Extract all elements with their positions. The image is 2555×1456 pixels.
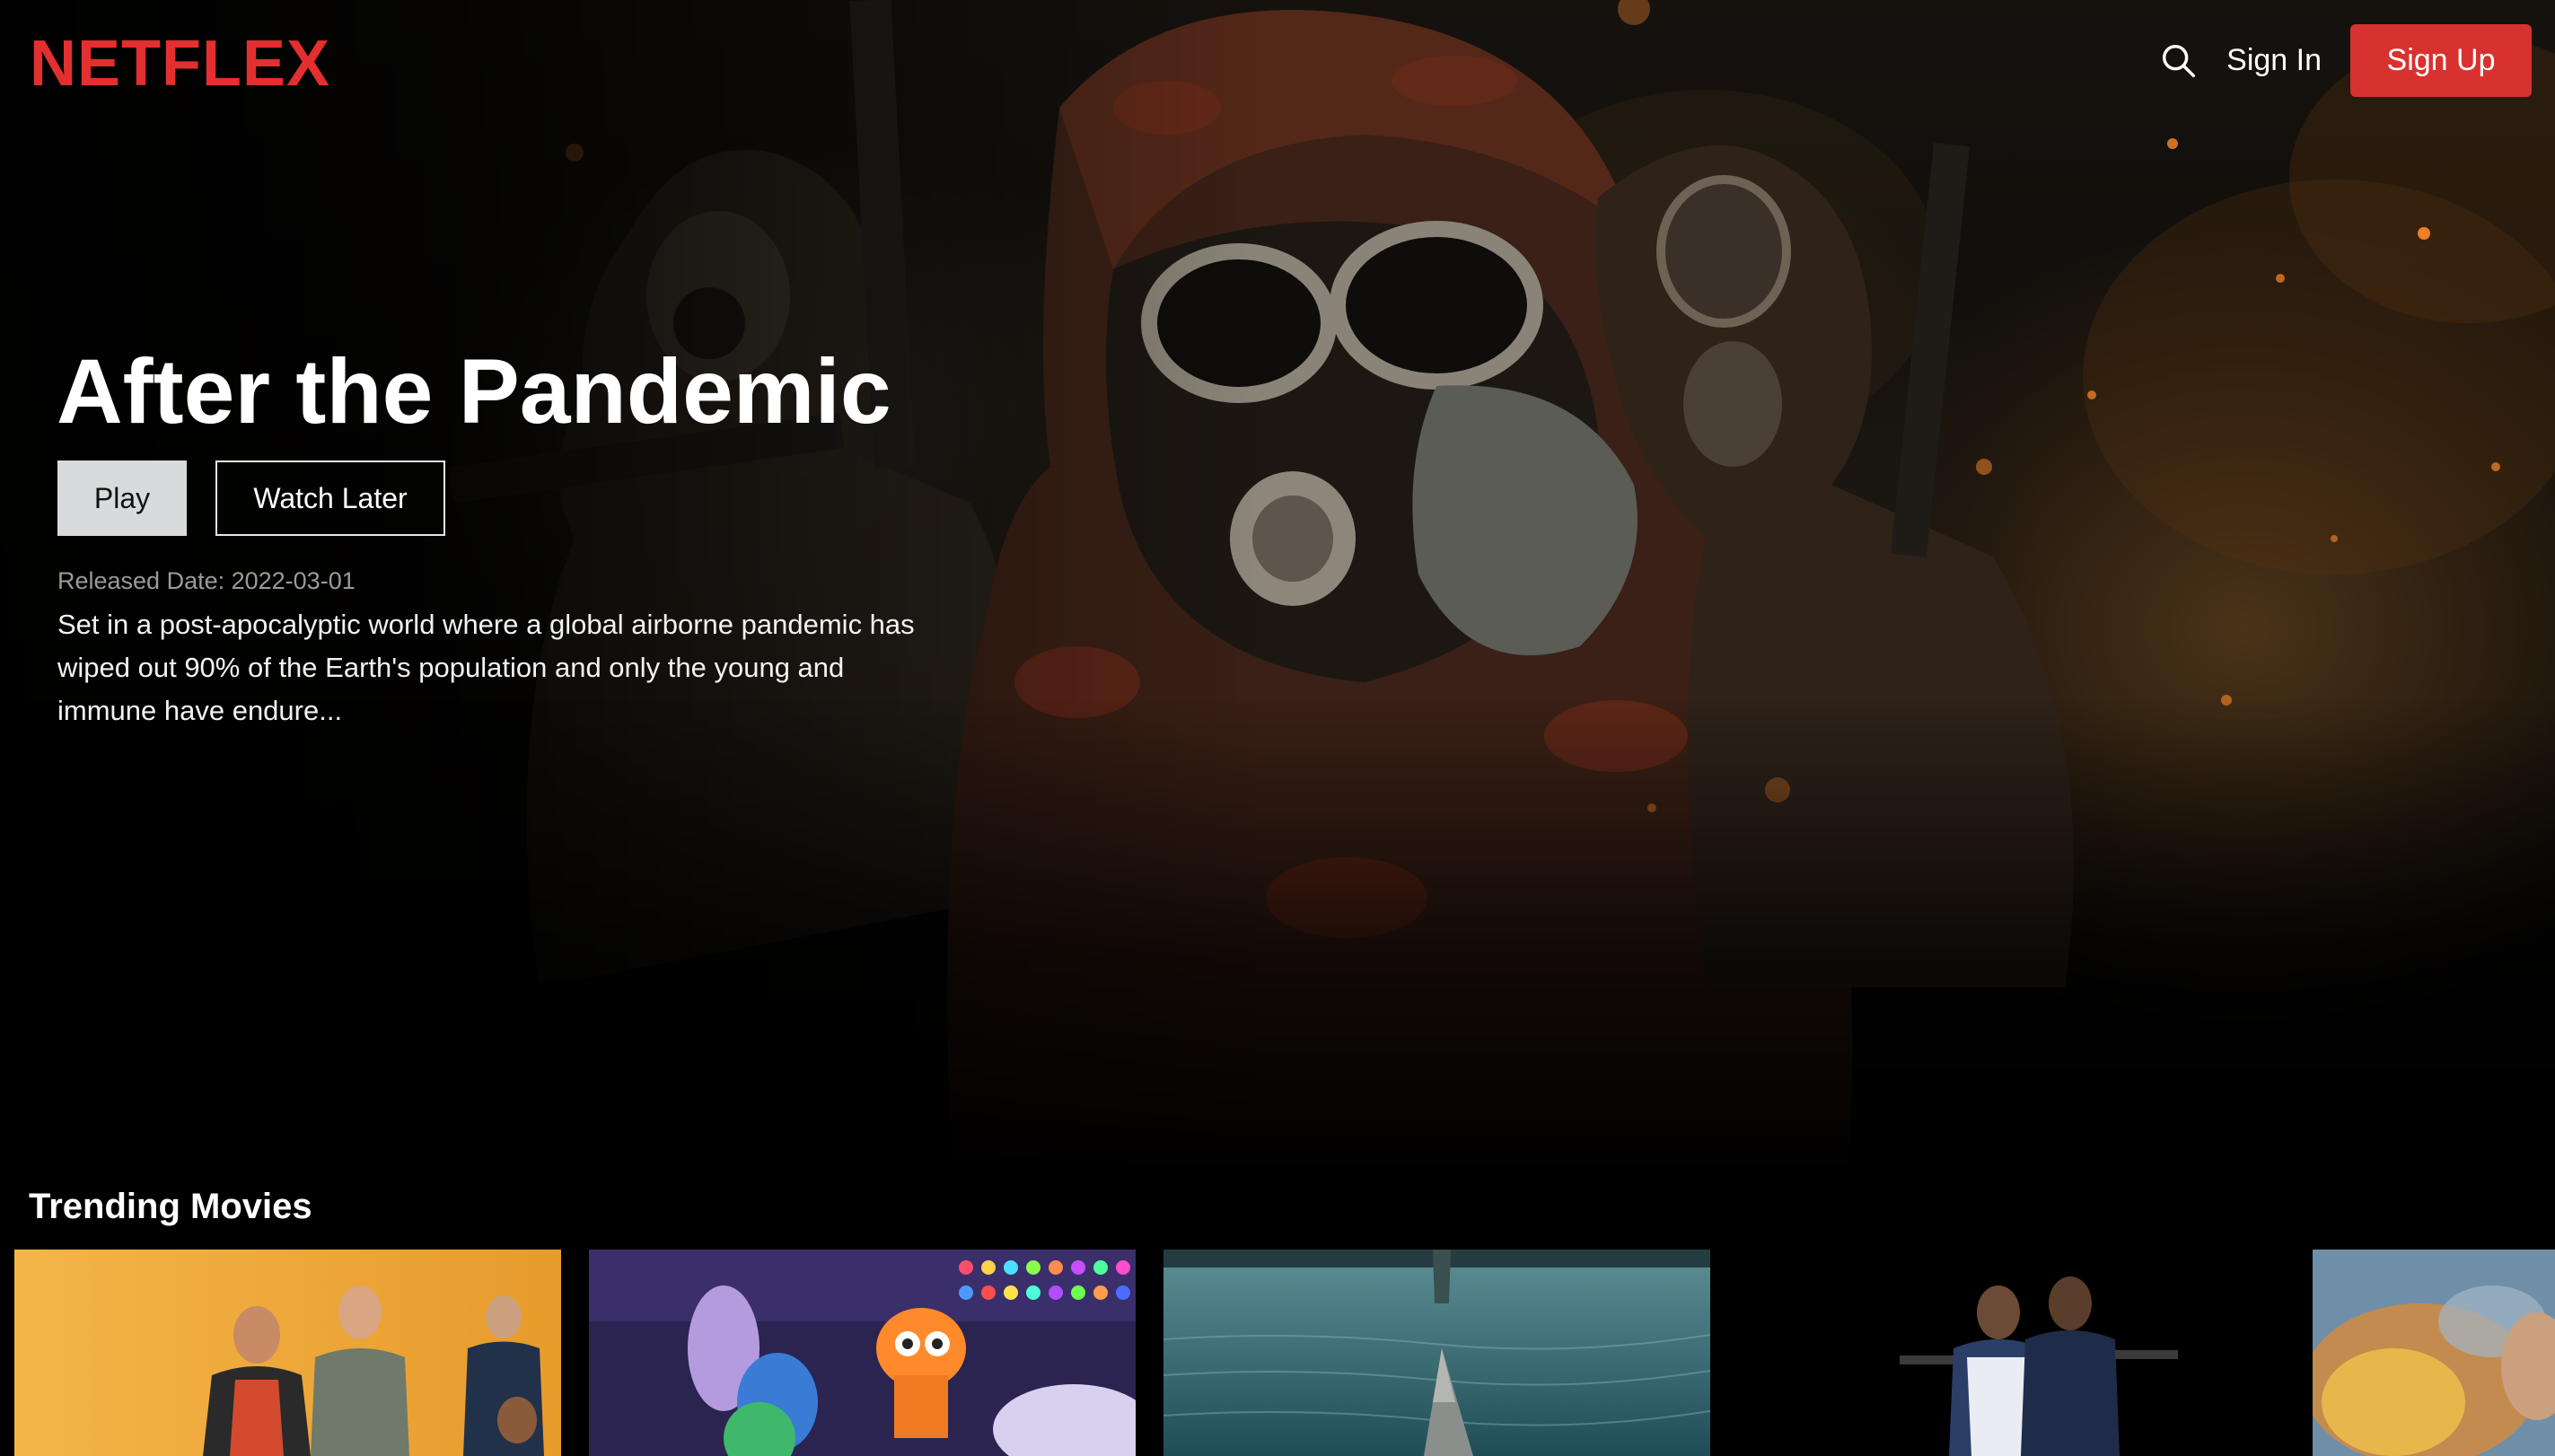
movie-poster-2[interactable] [589, 1250, 1136, 1456]
poster-image [1163, 1250, 1710, 1456]
poster-image [589, 1250, 1136, 1456]
hero-title: After the Pandemic [57, 340, 891, 443]
sign-up-button[interactable]: Sign Up [2350, 24, 2532, 97]
hero-overview: Set in a post-apocalyptic world where a … [57, 609, 915, 726]
brand-logo[interactable]: NETFLEX [30, 27, 330, 101]
poster-image [14, 1250, 561, 1456]
poster-image [2313, 1250, 2555, 1456]
release-date: Released Date: 2022-03-01 [57, 567, 356, 594]
poster-image [1738, 1250, 2285, 1456]
play-button[interactable]: Play [57, 460, 187, 536]
sign-in-link[interactable]: Sign In [2226, 43, 2322, 78]
trending-row-title: Trending Movies [29, 1187, 312, 1226]
search-icon[interactable] [2158, 40, 2199, 82]
top-nav-actions: Sign In Sign Up [2158, 24, 2532, 97]
app: NETFLEX Sign In Sign Up After the Pandem… [0, 0, 2555, 1456]
hero-banner [0, 0, 2555, 1163]
movie-poster-3[interactable] [1163, 1250, 1710, 1456]
movie-poster-1[interactable] [14, 1250, 561, 1456]
watch-later-button[interactable]: Watch Later [215, 460, 445, 536]
movie-poster-5[interactable] [2313, 1250, 2555, 1456]
hero-bottom-shade [0, 700, 2555, 1163]
movie-poster-4[interactable] [1738, 1250, 2285, 1456]
